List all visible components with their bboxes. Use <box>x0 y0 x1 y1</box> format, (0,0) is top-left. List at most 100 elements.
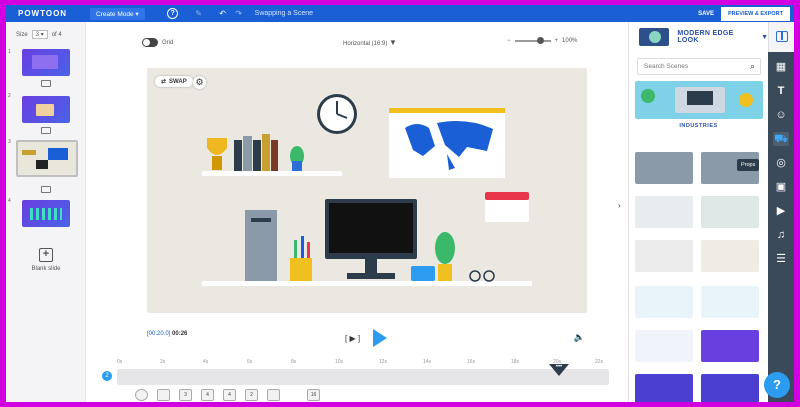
props-icon[interactable]: ⛟ <box>773 132 789 146</box>
scene-thumb[interactable] <box>701 196 759 228</box>
scene-thumb[interactable] <box>635 196 693 228</box>
slide-thumb-2[interactable] <box>22 96 70 123</box>
canvas-area: Grid Horizontal (16:9) ▼ − + 100% ⇄ SWAP… <box>87 22 627 402</box>
slide-number: 2 <box>8 93 11 99</box>
timeline-layer[interactable]: 4 <box>223 389 236 401</box>
shapes-icon[interactable]: ◎ <box>773 156 789 170</box>
scene-thumb[interactable] <box>635 374 693 402</box>
style-name: MODERN EDGE LOOK <box>677 30 734 44</box>
time-current: [00:20.0] <box>147 331 171 337</box>
slides-panel: Size 3 ▾ of 4 1 2 3 4 + Blank slide <box>6 22 86 402</box>
powtoon-logo[interactable]: POWTOON <box>18 9 90 18</box>
scene-stage[interactable]: ⇄ SWAP ⚙ <box>147 68 587 313</box>
scene-thumb[interactable] <box>701 374 759 402</box>
zoom-slider[interactable] <box>514 37 551 44</box>
slide-transition-icon[interactable] <box>41 80 51 87</box>
playhead[interactable]: ••• <box>549 364 569 376</box>
category-label: INDUSTRIES <box>679 123 718 129</box>
zoom-value: 100% <box>562 38 578 44</box>
slide-thumb-4[interactable] <box>22 200 70 227</box>
timeline-layer[interactable]: 3 <box>179 389 192 401</box>
grid-switch[interactable] <box>142 38 158 47</box>
play-icon[interactable] <box>373 329 387 347</box>
of-label: of 4 <box>51 31 62 38</box>
help-icon[interactable]: ? <box>167 8 179 20</box>
layout-icon <box>776 31 788 42</box>
style-thumbnail <box>639 28 670 46</box>
timeline-layer[interactable]: 4 <box>201 389 214 401</box>
transitions-icon[interactable]: ☰ <box>773 252 789 266</box>
scenes-panel: MODERN EDGE LOOK ▼ Search Scenes ⌕ INDUS… <box>628 22 768 402</box>
top-bar: POWTOON Create Mode ▾ ? ✎ ↶ ↷ Swapping a… <box>6 5 794 22</box>
timeline-layer[interactable] <box>267 389 280 401</box>
size-label: Size <box>16 31 28 38</box>
zoom-out-icon[interactable]: − <box>507 38 511 44</box>
timeline-clock-icon[interactable] <box>135 389 148 401</box>
layout-toggle[interactable] <box>768 22 794 52</box>
search-scenes-input[interactable]: Search Scenes ⌕ <box>637 58 761 75</box>
add-icon: + <box>39 248 53 262</box>
aspect-ratio-select[interactable]: Horizontal (16:9) ▼ <box>343 38 397 47</box>
video-icon[interactable]: ▶ <box>773 204 789 218</box>
swap-icon: ⇄ <box>161 79 167 85</box>
grid-toggle[interactable]: Grid <box>142 38 173 47</box>
zoom-in-icon[interactable]: + <box>555 38 559 44</box>
background-icon[interactable]: ▦ <box>773 60 789 74</box>
slide-thumb-3[interactable] <box>16 140 78 177</box>
media-icon[interactable]: ▣ <box>773 180 789 194</box>
slide-number: 3 <box>8 139 11 145</box>
blank-slide-button[interactable]: + Blank slide <box>26 248 66 272</box>
slide-transition-icon[interactable] <box>41 186 51 193</box>
create-mode-dropdown[interactable]: Create Mode ▾ <box>90 7 145 20</box>
app-window: POWTOON Create Mode ▾ ? ✎ ↶ ↷ Swapping a… <box>6 5 794 402</box>
search-icon[interactable]: ⌕ <box>750 61 755 72</box>
scene-title[interactable]: Swapping a Scene <box>255 10 313 17</box>
pen-icon[interactable]: ✎ <box>193 8 205 20</box>
scene-thumb[interactable] <box>635 330 693 362</box>
timeline-layers: 3 4 4 2 16 <box>135 389 320 401</box>
blank-slide-label: Blank slide <box>31 266 61 272</box>
style-selector[interactable]: MODERN EDGE LOOK ▼ <box>639 28 768 46</box>
slide-size-row: Size 3 ▾ of 4 <box>16 30 85 39</box>
timeline-track[interactable]: ••• <box>117 364 609 385</box>
undo-icon[interactable]: ↶ <box>217 8 229 20</box>
size-select[interactable]: 3 ▾ <box>31 30 48 39</box>
tool-rail: ▦ T ☺ ⛟ ◎ ▣ ▶ ♫ ☰ <box>768 52 794 402</box>
save-button[interactable]: SAVE <box>698 11 714 17</box>
play-frame-button[interactable]: [ ▶ ] <box>345 334 360 343</box>
category-banner[interactable] <box>635 81 763 119</box>
scene-thumb[interactable] <box>701 240 759 272</box>
time-display: [00:20.0] 00:26 <box>147 331 187 337</box>
slide-thumb-1[interactable] <box>22 49 70 76</box>
time-total: 00:26 <box>172 331 188 337</box>
music-icon[interactable]: ♫ <box>773 228 789 242</box>
volume-icon[interactable]: 🔈 <box>574 332 585 343</box>
text-icon[interactable]: T <box>773 84 789 98</box>
grid-label: Grid <box>162 39 174 46</box>
characters-icon[interactable]: ☺ <box>773 108 789 122</box>
slide-transition-icon[interactable] <box>41 127 51 134</box>
swap-button[interactable]: ⇄ SWAP <box>155 76 193 87</box>
office-illustration <box>202 94 532 286</box>
redo-icon[interactable]: ↷ <box>233 8 245 20</box>
gear-icon[interactable]: ⚙ <box>193 76 206 89</box>
playback-bar: [00:20.0] 00:26 [ ▶ ] 🔈 <box>147 329 587 349</box>
scene-thumb[interactable] <box>701 330 759 362</box>
slide-number: 1 <box>8 49 11 55</box>
timeline-layer[interactable]: 2 <box>245 389 258 401</box>
props-tooltip: Props <box>737 159 760 171</box>
scene-thumb[interactable] <box>635 152 693 184</box>
scene-thumb[interactable] <box>701 286 759 318</box>
scene-thumb[interactable] <box>635 286 693 318</box>
timeline-layer[interactable] <box>157 389 170 401</box>
scene-thumb[interactable] <box>635 240 693 272</box>
preview-export-button[interactable]: PREVIEW & EXPORT <box>720 7 790 21</box>
timeline-layer[interactable]: 16 <box>307 389 320 401</box>
zoom-control[interactable]: − + 100% <box>507 37 578 44</box>
chevron-down-icon: ▼ <box>761 33 768 41</box>
timeline-start-marker[interactable]: 2 <box>102 371 112 381</box>
chevron-down-icon: ▼ <box>389 38 397 47</box>
slide-number: 4 <box>8 198 11 204</box>
collapse-panel-icon[interactable]: › <box>618 201 621 210</box>
help-button[interactable]: ? <box>764 372 790 398</box>
